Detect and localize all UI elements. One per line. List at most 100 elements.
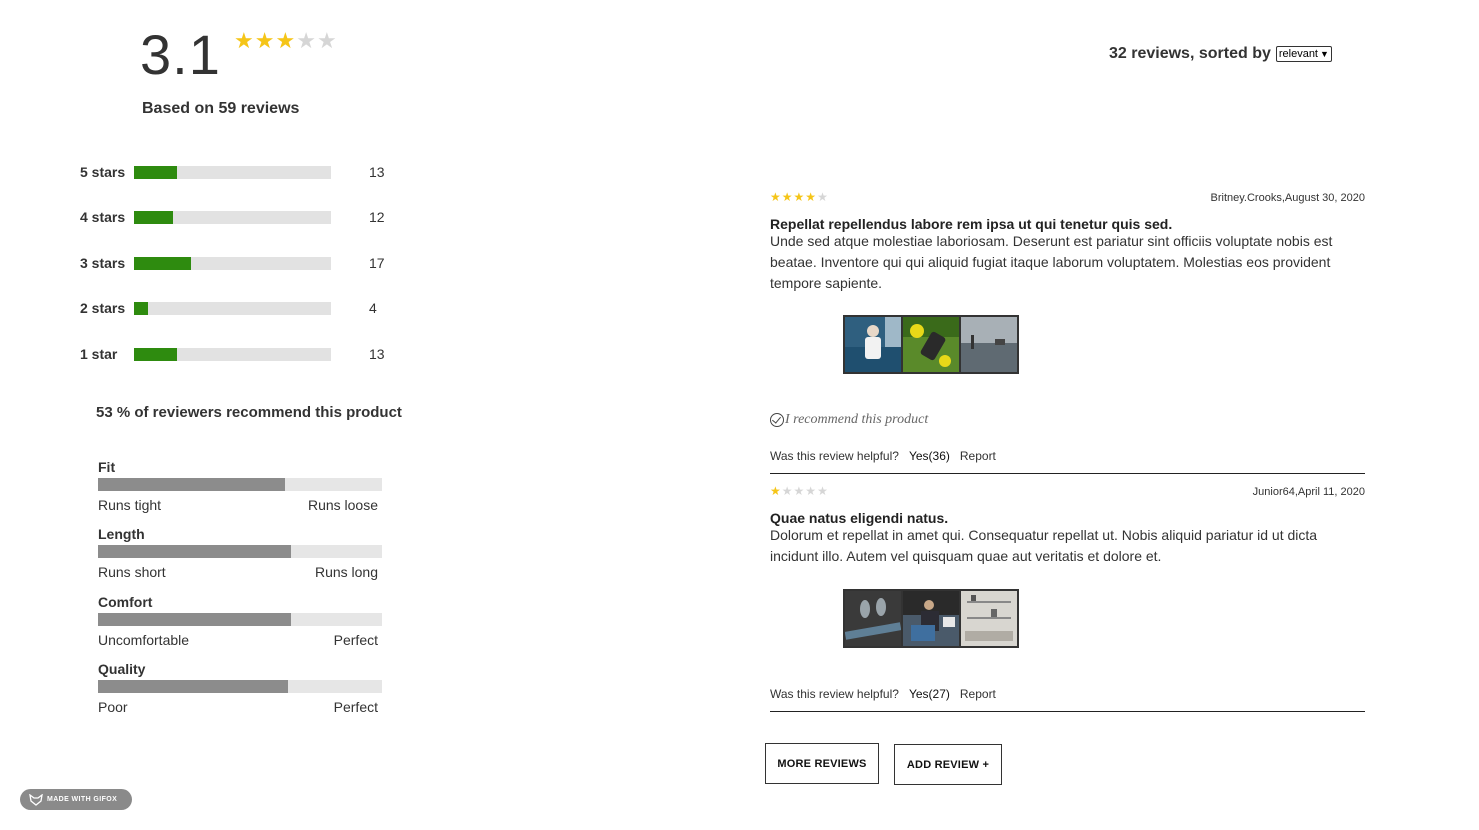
helpful-question: Was this review helpful? (770, 687, 899, 701)
attribute-bar-fill (98, 613, 292, 626)
rating-bar (134, 257, 331, 270)
rating-count: 13 (369, 346, 385, 362)
star-filled-icon: ★ (793, 190, 805, 204)
review-author-date: Junior64,April 11, 2020 (1252, 486, 1365, 498)
rating-count: 17 (369, 255, 385, 271)
attribute-low-label: Runs short (98, 564, 166, 580)
review-card: ★ ★ ★ ★ ★ Junior64,April 11, 2020 Quae natus… (770, 484, 1365, 714)
star-filled-icon: ★ (805, 190, 817, 204)
rating-bar (134, 348, 331, 361)
helpful-yes-label: Yes (908, 687, 929, 701)
rating-bar-fill (134, 166, 178, 179)
attribute-comfort: Comfort Uncomfortable Perfect (98, 594, 382, 648)
rating-label: 4 stars (80, 209, 126, 225)
average-rating-stars: ★ ★ ★ ★ ★ (234, 30, 337, 52)
rating-distribution-row: 3 stars 17 (80, 253, 400, 273)
add-review-button[interactable]: ADD REVIEW + (894, 744, 1002, 785)
attribute-bar (98, 613, 382, 626)
attribute-bar (98, 680, 382, 693)
rating-bar-fill (134, 302, 148, 315)
rating-distribution-row: 4 stars 12 (80, 207, 400, 227)
recommend-percentage: 53 % of reviewers recommend this product (96, 404, 402, 421)
attribute-bar (98, 478, 382, 491)
attribute-high-label: Runs loose (307, 497, 378, 513)
rating-label: 3 stars (80, 255, 126, 271)
attribute-high-label: Perfect (333, 699, 378, 715)
more-reviews-button[interactable]: MORE REVIEWS (765, 743, 879, 784)
check-circle-icon (770, 413, 784, 427)
attribute-fit: Fit Runs tight Runs loose (98, 459, 382, 513)
made-with-gifox-badge[interactable]: MADE WITH GIFOX (20, 789, 132, 810)
review-helpful: Was this review helpful? Yes(27) Report (770, 687, 996, 701)
attribute-title: Fit (98, 459, 116, 475)
rating-label: 1 star (80, 346, 118, 362)
rating-bar-fill (134, 348, 178, 361)
star-empty-icon: ★ (793, 484, 805, 498)
badge-text: MADE WITH GIFOX (47, 796, 118, 803)
review-divider (770, 473, 1365, 474)
review-body: Dolorum et repellat in amet qui. Consequ… (770, 527, 1318, 564)
review-divider (770, 711, 1365, 712)
star-filled-icon: ★ (781, 190, 793, 204)
review-photos (843, 315, 1019, 374)
attribute-bar (98, 545, 382, 558)
helpful-yes-label: Yes (908, 449, 929, 463)
star-filled-icon: ★ (770, 190, 781, 204)
average-rating: 3.1 (140, 23, 221, 86)
rating-count: 13 (369, 164, 385, 180)
chevron-down-icon: ▼ (1320, 49, 1329, 59)
rating-count: 12 (369, 209, 385, 225)
review-photo[interactable] (902, 590, 960, 647)
review-rating-stars: ★ ★ ★ ★ ★ (770, 485, 828, 497)
review-recommend: I recommend this product (770, 412, 928, 428)
attribute-high-label: Runs long (314, 564, 378, 580)
review-title: Quae natus eligendi natus. (770, 510, 949, 526)
report-link[interactable]: Report (960, 687, 996, 701)
rating-bar (134, 211, 331, 224)
review-photo[interactable] (844, 316, 902, 373)
star-filled-icon: ★ (254, 28, 275, 53)
attribute-length: Length Runs short Runs long (98, 526, 382, 580)
review-body: Unde sed atque molestiae laboriosam. Des… (770, 233, 1333, 291)
star-empty-icon: ★ (805, 484, 817, 498)
rating-distribution-row: 2 stars 4 (80, 298, 400, 318)
review-photo[interactable] (960, 590, 1018, 647)
review-rating-stars: ★ ★ ★ ★ ★ (770, 191, 828, 203)
attribute-title: Comfort (98, 594, 153, 610)
helpful-yes-button[interactable]: Yes(36) (909, 449, 950, 463)
review-recommend-text: I recommend this product (785, 412, 929, 427)
rating-count: 4 (369, 300, 377, 316)
attribute-bar-fill (98, 478, 286, 491)
attribute-low-label: Uncomfortable (98, 632, 190, 648)
rating-bar (134, 166, 331, 179)
rating-bar-fill (134, 211, 174, 224)
sort-select[interactable]: relevant ▼ (1275, 46, 1332, 62)
report-link[interactable]: Report (960, 449, 996, 463)
attribute-title: Length (98, 526, 145, 542)
sort-control: 32 reviews, sorted by relevant ▼ (1109, 45, 1332, 63)
helpful-yes-button[interactable]: Yes(27) (909, 687, 950, 701)
review-photo[interactable] (844, 590, 902, 647)
review-helpful: Was this review helpful? Yes(36) Report (770, 449, 996, 463)
reviews-count-summary: Based on 59 reviews (142, 100, 300, 117)
rating-bar (134, 302, 331, 315)
star-empty-icon: ★ (316, 28, 337, 53)
helpful-question: Was this review helpful? (770, 449, 899, 463)
helpful-yes-count: (27) (928, 687, 950, 701)
rating-distribution-row: 5 stars 13 (80, 162, 400, 182)
rating-label: 2 stars (80, 300, 126, 316)
review-photo[interactable] (960, 316, 1018, 373)
fox-icon (29, 793, 43, 806)
attribute-high-label: Perfect (333, 632, 378, 648)
review-photos (843, 589, 1019, 648)
attribute-bar-fill (98, 545, 292, 558)
sort-selected-value: relevant (1278, 48, 1318, 60)
star-filled-icon: ★ (234, 28, 254, 53)
rating-distribution-row: 1 star 13 (80, 344, 400, 364)
review-photo[interactable] (902, 316, 960, 373)
star-empty-icon: ★ (817, 190, 828, 204)
review-card: ★ ★ ★ ★ ★ Britney.Crooks,August 30, 2020 Rep… (770, 190, 1365, 475)
star-filled-icon: ★ (275, 28, 296, 53)
star-empty-icon: ★ (817, 484, 828, 498)
star-empty-icon: ★ (781, 484, 793, 498)
